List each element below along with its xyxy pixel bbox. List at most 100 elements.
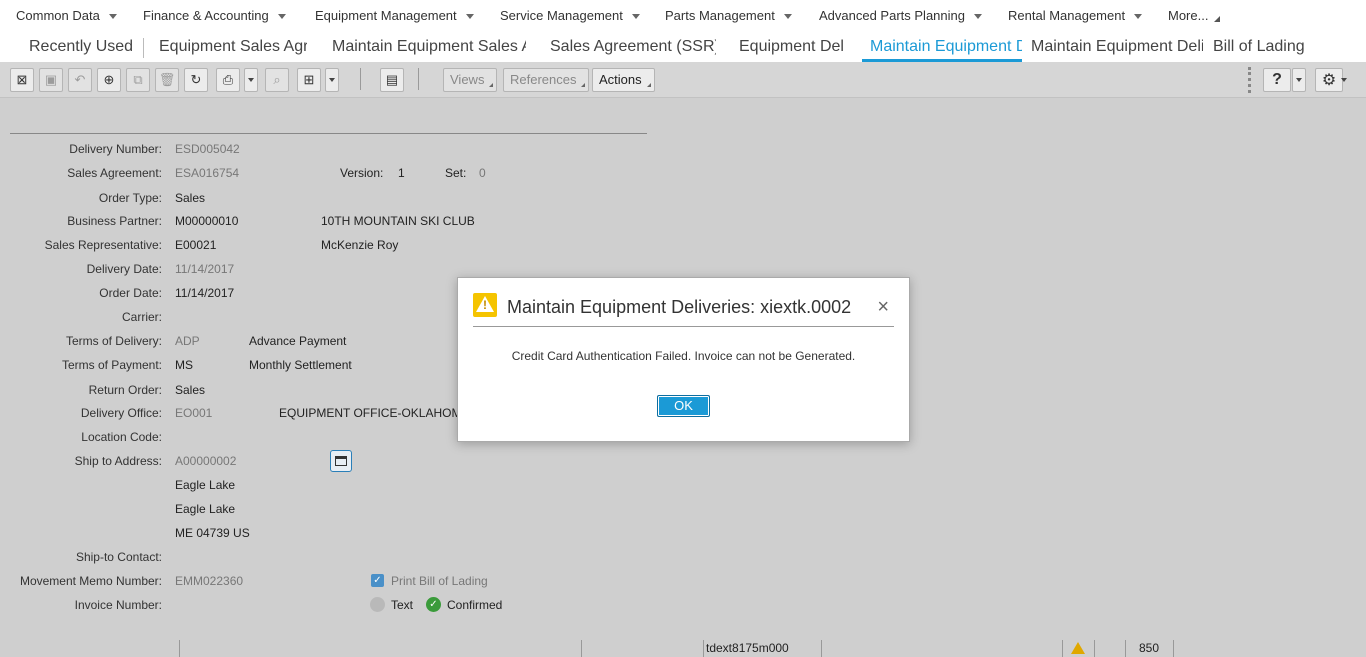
terms-delivery-desc: Advance Payment [249,334,347,348]
chevron-down-icon [973,14,982,20]
tab-bill-of-lading[interactable]: Bill of Lading [1213,38,1313,56]
order-type-label: Order Type: [98,191,162,205]
version-field[interactable]: 1 [398,166,405,180]
delivery-office-label: Delivery Office: [80,406,162,420]
delivery-date-field[interactable]: 11/14/2017 [175,262,234,276]
session-code: tdext8175m000 [706,641,789,655]
close-icon[interactable]: × [877,297,889,317]
menu-parts-management[interactable]: Parts Management [665,8,792,23]
print-icon[interactable]: ⎙ [216,68,240,92]
print-dropdown-icon[interactable] [244,68,258,92]
new-record-icon[interactable]: ⊕ [97,68,121,92]
form-header-rule [10,133,647,134]
menu-label: Parts Management [665,8,775,23]
terms-payment-desc: Monthly Settlement [249,358,352,372]
sales-rep-field[interactable]: E00021 [175,238,216,252]
delivery-office-field[interactable]: EO001 [175,406,212,420]
toolbar-grip [1248,67,1251,93]
statusbar-divider [1094,640,1095,657]
chevron-down-icon [277,14,286,20]
menu-more[interactable]: More... [1168,8,1221,23]
address-line-2: Eagle Lake [175,502,236,516]
search-icon[interactable]: ⌕ [265,68,289,92]
carrier-label: Carrier: [121,310,162,324]
excel-export-icon[interactable]: ⊞ [297,68,321,92]
order-date-field[interactable]: 11/14/2017 [175,286,234,300]
address-line-3: ME 04739 US [175,526,250,540]
main-menu-bar: Common Data Finance & Accounting Equipme… [0,0,1366,30]
statusbar-divider [1173,640,1174,657]
menu-rental-management[interactable]: Rental Management [1008,8,1143,23]
menu-finance-accounting[interactable]: Finance & Accounting [143,8,286,23]
delete-icon[interactable]: 🗑 [155,68,179,92]
print-bol-checkbox[interactable]: ✓ [371,574,384,587]
dialog-title: Maintain Equipment Deliveries: xiextk.00… [507,297,852,317]
tab-maintain-equipment-sales-agreements[interactable]: Maintain Equipment Sales Agreements [332,38,526,56]
dialog-divider [473,326,894,327]
menu-equipment-management[interactable]: Equipment Management [315,8,474,23]
sales-agreement-field[interactable]: ESA016754 [175,166,239,180]
tab-bar: Recently Used Equipment Sales Agreements… [0,30,1366,62]
terms-delivery-field[interactable]: ADP [175,334,200,348]
delivery-office-desc: EQUIPMENT OFFICE-OKLAHOM [279,406,457,420]
help-icon[interactable]: ? [1263,68,1291,92]
tab-equipment-sales-agreements[interactable]: Equipment Sales Agreements [159,38,307,56]
close-session-icon[interactable]: ⊠ [10,68,34,92]
ship-to-address-field[interactable]: A00000002 [175,454,236,468]
statusbar-divider [703,640,704,657]
error-dialog: ! Maintain Equipment Deliveries: xiextk.… [457,277,910,442]
tab-recently-used[interactable]: Recently Used [29,38,135,56]
return-order-field[interactable]: Sales [175,383,205,397]
tab-maintain-equipment-deliveries-active[interactable]: Maintain Equipment Deliveries [870,38,1022,56]
actions-menu[interactable]: Actions [592,68,655,92]
business-partner-name: 10TH MOUNTAIN SKI CLUB [321,214,475,228]
statusbar-divider [821,640,822,657]
menu-label: Finance & Accounting [143,8,269,23]
tab-equipment-deliveries[interactable]: Equipment Deliveries [739,38,845,56]
menu-common-data[interactable]: Common Data [16,8,117,23]
refresh-icon[interactable]: ↻ [184,68,208,92]
confirmed-check-icon: ✓ [426,597,441,612]
print-bol-label: Print Bill of Lading [391,574,488,588]
sales-rep-name: McKenzie Roy [321,238,399,252]
undo-icon[interactable]: ↶ [68,68,92,92]
movement-memo-field[interactable]: EMM022360 [175,574,243,588]
terms-delivery-label: Terms of Delivery: [65,334,162,348]
export-dropdown-icon[interactable] [325,68,339,92]
ok-button[interactable]: OK [657,395,710,417]
version-label: Version: [340,166,384,180]
views-menu[interactable]: Views [443,68,498,92]
delivery-number-field[interactable]: ESD005042 [175,142,240,156]
order-type-field[interactable]: Sales [175,191,205,205]
statusbar-divider [581,640,582,657]
business-partner-field[interactable]: M00000010 [175,214,238,228]
chevron-down-icon [783,14,792,20]
address-line-1: Eagle Lake [175,478,236,492]
save-icon[interactable]: ▣ [39,68,63,92]
menu-label: Common Data [16,8,100,23]
menu-label: Advanced Parts Planning [819,8,965,23]
delivery-number-label: Delivery Number: [69,142,162,156]
chevron-down-icon [465,14,474,20]
settings-dropdown-icon[interactable] [1337,68,1351,92]
warning-icon[interactable] [1071,642,1085,654]
terms-payment-field[interactable]: MS [175,358,193,372]
tab-sales-agreement-ssr[interactable]: Sales Agreement (SSR) [550,38,716,56]
calendar-icon[interactable]: ▤ [380,68,404,92]
text-status-icon[interactable] [370,597,385,612]
menu-advanced-parts-planning[interactable]: Advanced Parts Planning [819,8,982,23]
help-dropdown-icon[interactable] [1292,68,1306,92]
confirmed-status-label: Confirmed [447,598,503,612]
references-menu[interactable]: References [503,68,590,92]
duplicate-icon[interactable]: ⧉ [126,68,150,92]
chevron-down-icon [108,14,117,20]
corner-arrow-icon [1214,16,1221,22]
invoice-number-label: Invoice Number: [74,598,162,612]
menu-service-management[interactable]: Service Management [500,8,640,23]
address-icon [335,456,347,466]
set-field[interactable]: 0 [479,166,486,180]
order-date-label: Order Date: [99,286,162,300]
tab-maintain-equipment-deliveries[interactable]: Maintain Equipment Deliveries [1031,38,1203,56]
statusbar-divider [1062,640,1063,657]
address-lookup-button[interactable] [330,450,352,472]
